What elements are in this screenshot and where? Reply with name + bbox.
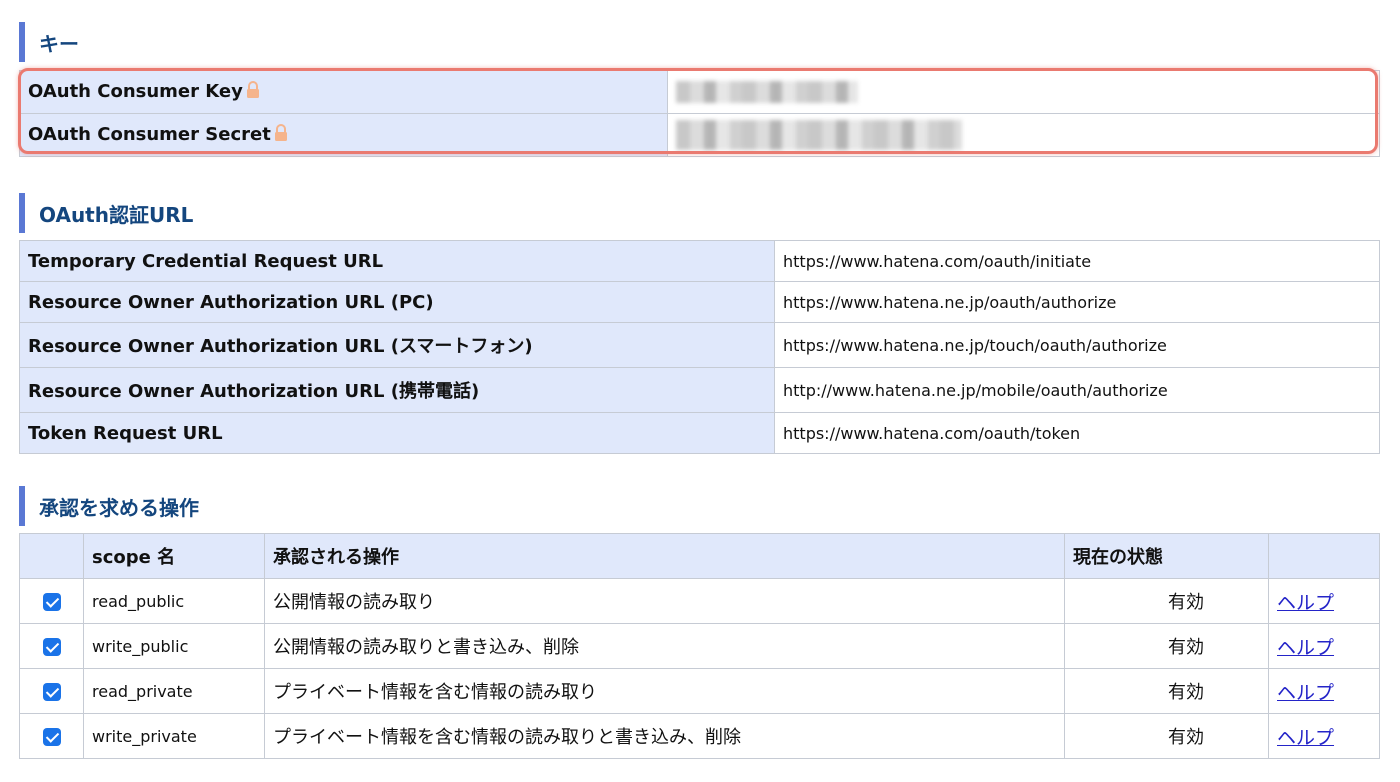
- heading-accent-bar: [19, 193, 25, 233]
- redacted-consumer-secret: [676, 120, 962, 150]
- section-title-scopes: 承認を求める操作: [39, 495, 199, 520]
- consumer-key-value[interactable]: [667, 70, 1380, 114]
- lock-icon: [274, 123, 288, 147]
- table-row: OAuth Consumer Key: [19, 70, 1380, 114]
- url-value[interactable]: http://www.hatena.ne.jp/mobile/oauth/aut…: [774, 367, 1380, 413]
- scope-operation: 公開情報の読み取り: [264, 578, 1065, 624]
- url-value[interactable]: https://www.hatena.ne.jp/oauth/authorize: [774, 281, 1380, 323]
- header-checkbox-column: [19, 533, 84, 579]
- checkbox-checked-icon[interactable]: [42, 682, 61, 701]
- scope-name: read_private: [83, 668, 265, 714]
- help-link[interactable]: ヘルプ: [1277, 727, 1334, 749]
- help-link[interactable]: ヘルプ: [1277, 637, 1334, 659]
- checkbox-cell: [19, 668, 84, 714]
- header-help-column: [1268, 533, 1380, 579]
- checkbox-cell: [19, 623, 84, 669]
- url-value[interactable]: https://www.hatena.com/oauth/token: [774, 412, 1380, 454]
- table-row: Resource Owner Authorization URL (PC) ht…: [19, 281, 1380, 323]
- consumer-key-label-cell: OAuth Consumer Key: [19, 70, 668, 114]
- url-label: Resource Owner Authorization URL (スマートフォ…: [19, 322, 775, 368]
- table-row: Resource Owner Authorization URL (携帯電話) …: [19, 367, 1380, 413]
- header-scope-name: scope 名: [83, 533, 265, 579]
- url-label: Temporary Credential Request URL: [19, 240, 775, 282]
- scope-state: 有効: [1064, 623, 1269, 669]
- table-row: Token Request URL https://www.hatena.com…: [19, 412, 1380, 454]
- table-row: read_private プライベート情報を含む情報の読み取り 有効 ヘルプ: [19, 668, 1380, 714]
- redacted-consumer-key: [676, 81, 858, 103]
- section-title-key: キー: [39, 31, 79, 56]
- checkbox-cell: [19, 578, 84, 624]
- checkbox-cell: [19, 713, 84, 759]
- oauth-url-table: Temporary Credential Request URL https:/…: [19, 240, 1380, 454]
- help-cell: ヘルプ: [1268, 578, 1380, 624]
- help-cell: ヘルプ: [1268, 668, 1380, 714]
- section-heading-oauth-urls: OAuth認証URL: [19, 193, 619, 233]
- scope-state: 有効: [1064, 668, 1269, 714]
- scope-operation: プライベート情報を含む情報の読み取りと書き込み、削除: [264, 713, 1065, 759]
- scope-operation: プライベート情報を含む情報の読み取り: [264, 668, 1065, 714]
- table-header-row: scope 名 承認される操作 現在の状態: [19, 533, 1380, 579]
- url-label: Token Request URL: [19, 412, 775, 454]
- checkbox-checked-icon[interactable]: [42, 727, 61, 746]
- scope-state: 有効: [1064, 578, 1269, 624]
- checkbox-checked-icon[interactable]: [42, 592, 61, 611]
- heading-accent-bar: [19, 486, 25, 526]
- scope-name: write_private: [83, 713, 265, 759]
- header-state: 現在の状態: [1064, 533, 1269, 579]
- section-heading-key: キー: [19, 22, 619, 62]
- table-row: write_private プライベート情報を含む情報の読み取りと書き込み、削除…: [19, 713, 1380, 759]
- table-row: Resource Owner Authorization URL (スマートフォ…: [19, 322, 1380, 368]
- table-row: write_public 公開情報の読み取りと書き込み、削除 有効 ヘルプ: [19, 623, 1380, 669]
- header-operation: 承認される操作: [264, 533, 1065, 579]
- checkbox-checked-icon[interactable]: [42, 637, 61, 656]
- consumer-key-table: OAuth Consumer Key OAuth Consumer Secret: [19, 70, 1380, 157]
- consumer-key-label: OAuth Consumer Key: [28, 80, 243, 102]
- consumer-secret-label: OAuth Consumer Secret: [28, 123, 271, 145]
- url-value[interactable]: https://www.hatena.ne.jp/touch/oauth/aut…: [774, 322, 1380, 368]
- scope-table: scope 名 承認される操作 現在の状態 read_public 公開情報の読…: [19, 533, 1380, 759]
- url-value[interactable]: https://www.hatena.com/oauth/initiate: [774, 240, 1380, 282]
- section-heading-scopes: 承認を求める操作: [19, 486, 619, 526]
- consumer-secret-value[interactable]: [667, 113, 1380, 157]
- scope-name: write_public: [83, 623, 265, 669]
- table-row: Temporary Credential Request URL https:/…: [19, 240, 1380, 282]
- scope-name: read_public: [83, 578, 265, 624]
- help-cell: ヘルプ: [1268, 713, 1380, 759]
- consumer-secret-label-cell: OAuth Consumer Secret: [19, 113, 668, 157]
- table-row: OAuth Consumer Secret: [19, 113, 1380, 157]
- section-title-oauth-urls: OAuth認証URL: [39, 202, 194, 227]
- heading-accent-bar: [19, 22, 25, 62]
- scope-operation: 公開情報の読み取りと書き込み、削除: [264, 623, 1065, 669]
- help-cell: ヘルプ: [1268, 623, 1380, 669]
- url-label: Resource Owner Authorization URL (携帯電話): [19, 367, 775, 413]
- table-row: read_public 公開情報の読み取り 有効 ヘルプ: [19, 578, 1380, 624]
- help-link[interactable]: ヘルプ: [1277, 682, 1334, 704]
- lock-icon: [246, 80, 260, 104]
- url-label: Resource Owner Authorization URL (PC): [19, 281, 775, 323]
- scope-state: 有効: [1064, 713, 1269, 759]
- help-link[interactable]: ヘルプ: [1277, 592, 1334, 614]
